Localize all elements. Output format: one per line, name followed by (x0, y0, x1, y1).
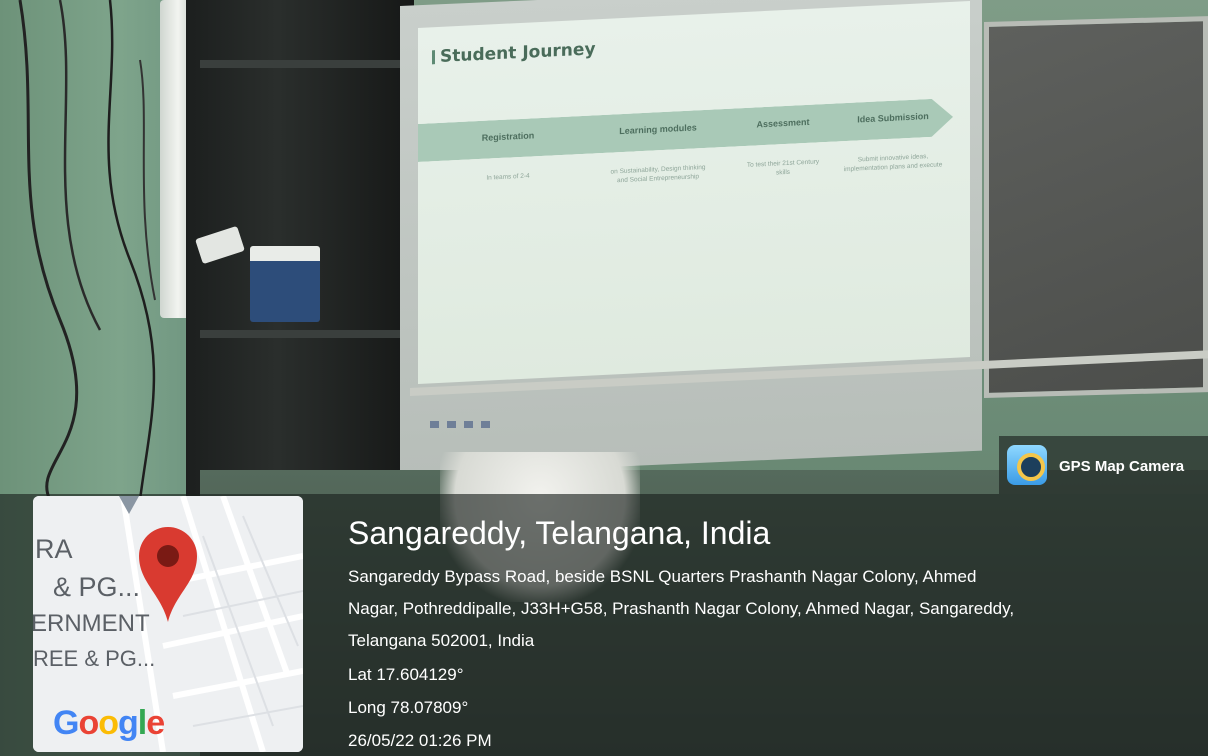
stage-description: Submit innovative ideas, implementation … (843, 153, 943, 173)
address-line: Sangareddy Bypass Road, beside BSNL Quar… (348, 567, 977, 586)
stage-description: In teams of 2-4 (486, 172, 530, 182)
ups-device (250, 246, 320, 322)
address-line: Nagar, Pothreddipalle, J33H+G58, Prashan… (348, 599, 1015, 618)
cabinet-shelf (200, 330, 400, 338)
location-title: Sangareddy, Telangana, India (348, 515, 771, 551)
chalkboard (984, 16, 1208, 399)
taskbar-app-icon (481, 421, 490, 428)
stage-description: on Sustainability, Design thinking and S… (610, 163, 706, 185)
taskbar-app-icon (447, 421, 456, 428)
latitude: Lat 17.604129° (348, 665, 464, 684)
longitude: Long 78.07809° (348, 698, 469, 717)
timestamp: 26/05/22 01:26 PM (348, 731, 492, 750)
projected-taskbar (430, 415, 540, 431)
cabinet-shelf (200, 60, 400, 68)
map-place-label: RA (35, 534, 73, 564)
google-logo: Google (53, 704, 165, 742)
taskbar-app-icon (464, 421, 473, 428)
stage-description: To test their 21st Century skills (746, 158, 820, 177)
projected-slide: Student Journey Registration Learning mo… (418, 1, 970, 385)
map-place-label: REE & PG... (33, 646, 156, 671)
gps-map-camera-icon (1007, 445, 1047, 485)
map-pin-icon (139, 527, 197, 622)
address-line: Telangana 502001, India (348, 631, 535, 650)
app-name: GPS Map Camera (1059, 458, 1185, 475)
gps-map-camera-badge: GPS Map Camera (999, 436, 1208, 494)
slide-title: Student Journey (440, 39, 596, 67)
map-thumbnail: RA & PG... ERNMENT REE & PG... Google (33, 496, 303, 752)
map-place-label: & PG... (53, 572, 141, 602)
map-place-label: ERNMENT (33, 610, 150, 637)
windows-icon (430, 421, 439, 428)
